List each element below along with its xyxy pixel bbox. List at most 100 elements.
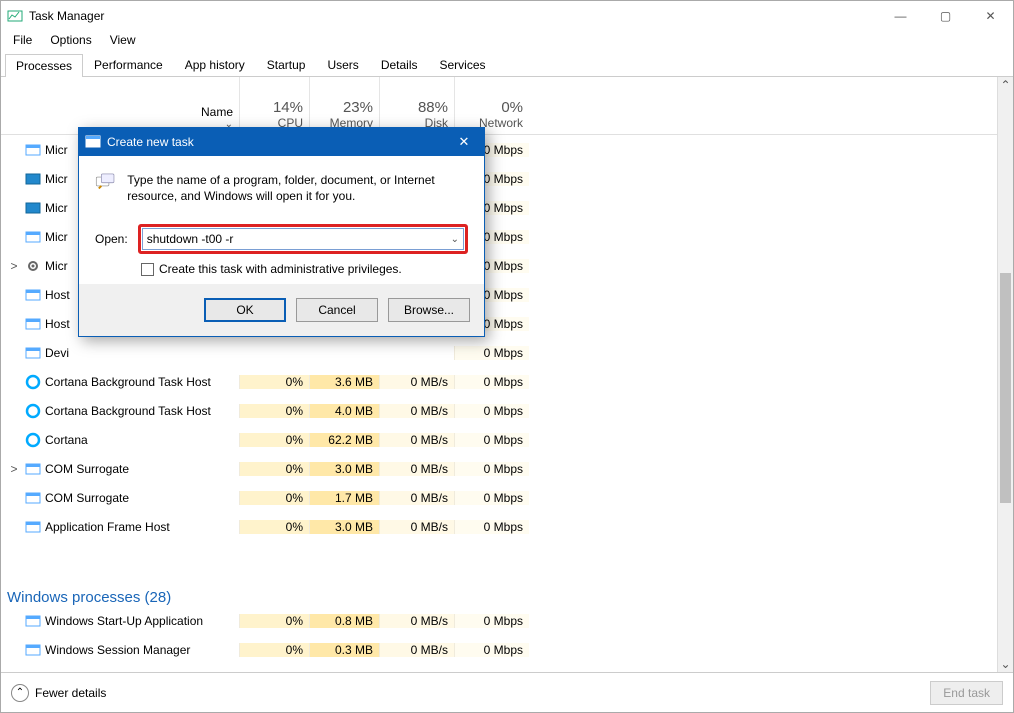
table-row[interactable]: Cortana Background Task Host0%3.6 MB0 MB… [1, 367, 1013, 396]
run-dialog-icon [85, 134, 101, 150]
disk-cell: 0 MB/s [379, 491, 454, 505]
process-icon [25, 258, 41, 274]
tab-startup[interactable]: Startup [256, 53, 317, 76]
menu-options[interactable]: Options [42, 31, 99, 53]
cpu-cell: 0% [239, 643, 309, 657]
process-icon [25, 200, 41, 216]
process-icon [25, 432, 41, 448]
table-row[interactable]: Windows Logon Application0%1.1 MB0 MB/s0… [1, 664, 1013, 672]
table-row[interactable]: Application Frame Host0%3.0 MB0 MB/s0 Mb… [1, 512, 1013, 541]
header-cpu[interactable]: 14% CPU [239, 77, 309, 134]
memory-percent: 23% [316, 99, 373, 116]
cpu-cell: 0% [239, 404, 309, 418]
open-field-highlight: shutdown -t00 -r ⌄ [138, 224, 468, 254]
menubar: File Options View [1, 31, 1013, 53]
close-button[interactable]: ✕ [968, 1, 1013, 31]
memory-cell: 1.7 MB [309, 491, 379, 505]
tab-app-history[interactable]: App history [174, 53, 256, 76]
process-icon [25, 490, 41, 506]
process-name: Cortana Background Task Host [45, 404, 211, 418]
header-name-label: Name [201, 105, 233, 119]
expand-icon[interactable]: > [7, 259, 21, 273]
scroll-down-icon[interactable]: ⌄ [998, 656, 1013, 672]
run-prompt-icon [95, 172, 115, 204]
menu-view[interactable]: View [102, 31, 144, 53]
table-row[interactable]: Windows Session Manager0%0.3 MB0 MB/s0 M… [1, 635, 1013, 664]
table-row[interactable]: Cortana Background Task Host 0%4.0 MB0 MB… [1, 396, 1013, 425]
expand-icon[interactable]: > [7, 462, 21, 476]
disk-cell: 0 MB/s [379, 462, 454, 476]
create-new-task-dialog: Create new task ✕ Type the name of a pro… [78, 127, 485, 337]
fewer-details-button[interactable]: ⌃ Fewer details [11, 684, 106, 702]
cancel-button[interactable]: Cancel [296, 298, 378, 322]
dialog-buttons: OK Cancel Browse... [79, 284, 484, 336]
memory-cell: 62.2 MB [309, 433, 379, 447]
network-cell: 0 Mbps [454, 433, 529, 447]
maximize-button[interactable]: ▢ [923, 1, 968, 31]
scroll-thumb[interactable] [1000, 273, 1011, 503]
memory-cell: 4.0 MB [309, 404, 379, 418]
tab-performance[interactable]: Performance [83, 53, 174, 76]
process-name: Micr [45, 201, 68, 215]
menu-file[interactable]: File [5, 31, 40, 53]
process-name: Windows Logon Application [45, 672, 192, 673]
end-task-button[interactable]: End task [930, 681, 1003, 705]
scroll-up-icon[interactable]: ⌃ [998, 77, 1013, 93]
network-cell: 0 Mbps [454, 520, 529, 534]
process-name: Host [45, 288, 70, 302]
memory-cell: 3.0 MB [309, 462, 379, 476]
header-name[interactable]: Name ⌄ [1, 77, 239, 134]
tab-details[interactable]: Details [370, 53, 429, 76]
process-name: COM Surrogate [45, 462, 129, 476]
header-disk[interactable]: 88% Disk [379, 77, 454, 134]
table-row[interactable]: >COM Surrogate0%3.0 MB0 MB/s0 Mbps [1, 454, 1013, 483]
dialog-close-button[interactable]: ✕ [444, 134, 484, 150]
process-name: Cortana Background Task Host [45, 375, 211, 389]
header-network[interactable]: 0% Network [454, 77, 529, 134]
cpu-cell: 0% [239, 672, 309, 673]
browse-button[interactable]: Browse... [388, 298, 470, 322]
process-icon [25, 171, 41, 187]
disk-cell: 0 MB/s [379, 672, 454, 673]
vertical-scrollbar[interactable]: ⌃ ⌄ [997, 77, 1013, 672]
table-row[interactable]: Devi0 Mbps [1, 338, 1013, 367]
admin-checkbox[interactable] [141, 263, 154, 276]
disk-cell: 0 MB/s [379, 404, 454, 418]
disk-cell: 0 MB/s [379, 520, 454, 534]
tab-services[interactable]: Services [429, 53, 497, 76]
network-percent: 0% [461, 99, 523, 116]
table-row[interactable]: Cortana0%62.2 MB0 MB/s0 Mbps [1, 425, 1013, 454]
process-icon [25, 345, 41, 361]
titlebar: Task Manager — ▢ ✕ [1, 1, 1013, 31]
open-combobox[interactable]: shutdown -t00 -r ⌄ [142, 228, 464, 250]
disk-cell: 0 MB/s [379, 614, 454, 628]
group-windows-processes: Windows processes (28) [7, 589, 171, 606]
disk-cell: 0 MB/s [379, 643, 454, 657]
dialog-body: Type the name of a program, folder, docu… [79, 156, 484, 284]
memory-cell: 1.1 MB [309, 672, 379, 673]
window-title: Task Manager [29, 9, 878, 23]
minimize-button[interactable]: — [878, 1, 923, 31]
process-name: Application Frame Host [45, 520, 170, 534]
table-row[interactable]: Windows Start-Up Application0%0.8 MB0 MB… [1, 606, 1013, 635]
tab-users[interactable]: Users [316, 53, 369, 76]
table-row[interactable]: COM Surrogate0%1.7 MB0 MB/s0 Mbps [1, 483, 1013, 512]
combobox-arrow-icon[interactable]: ⌄ [451, 234, 459, 245]
process-icon [25, 287, 41, 303]
process-name: Micr [45, 172, 68, 186]
network-cell: 0 Mbps [454, 346, 529, 360]
cpu-percent: 14% [246, 99, 303, 116]
open-value: shutdown -t00 -r [147, 232, 234, 246]
tab-processes[interactable]: Processes [5, 54, 83, 77]
ok-button[interactable]: OK [204, 298, 286, 322]
process-name: Windows Session Manager [45, 643, 190, 657]
task-manager-window: Task Manager — ▢ ✕ File Options View Pro… [0, 0, 1014, 713]
process-icon [25, 519, 41, 535]
cpu-cell: 0% [239, 375, 309, 389]
tabstrip: Processes Performance App history Startu… [1, 53, 1013, 77]
cpu-cell: 0% [239, 520, 309, 534]
network-cell: 0 Mbps [454, 404, 529, 418]
cpu-cell: 0% [239, 433, 309, 447]
process-icon [25, 316, 41, 332]
header-memory[interactable]: 23% Memory [309, 77, 379, 134]
